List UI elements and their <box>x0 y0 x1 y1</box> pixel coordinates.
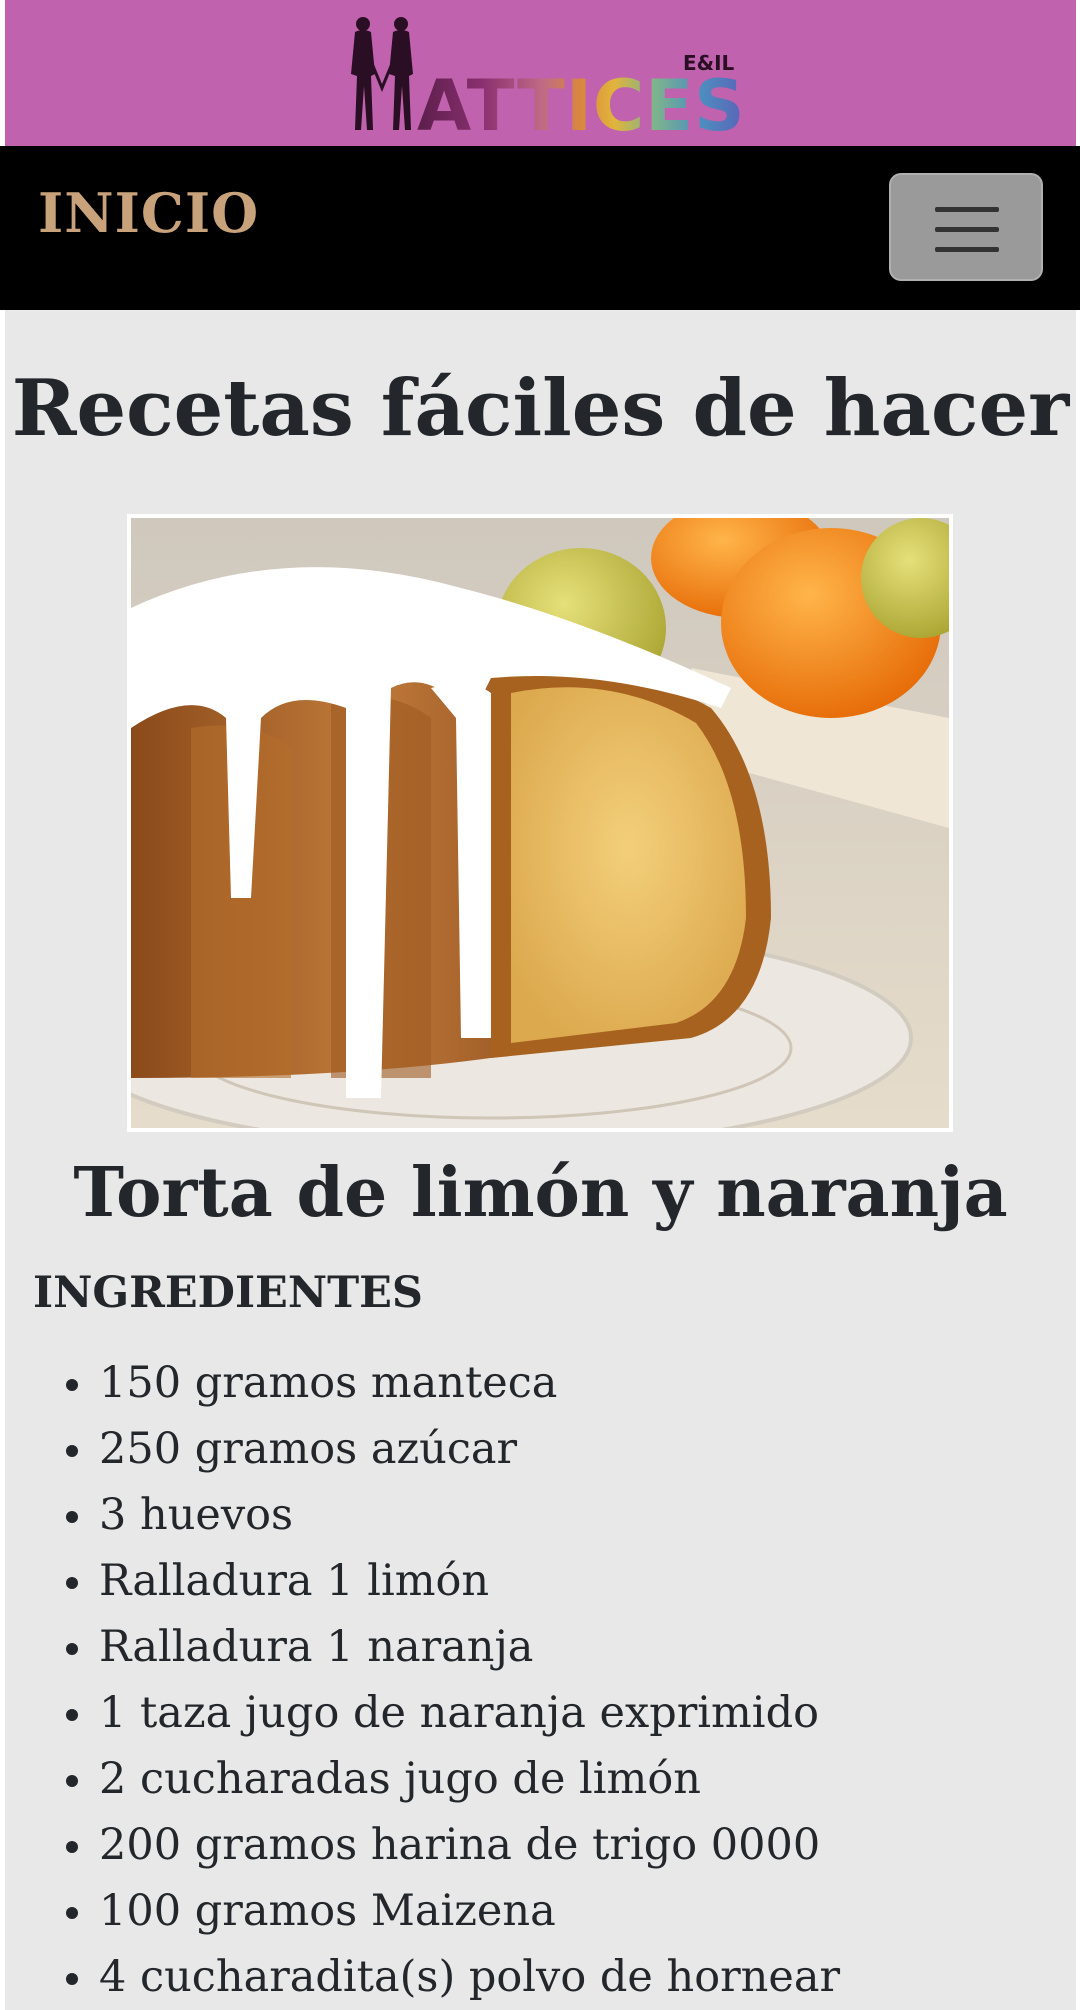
ingredient-item: 250 gramos azúcar <box>65 1416 840 1482</box>
page-title: Recetas fáciles de hacer <box>11 363 1070 454</box>
navbar-toggler-button[interactable] <box>889 173 1043 281</box>
silhouettes-icon <box>351 17 413 130</box>
ingredient-item: 4 cucharadita(s) polvo de hornear <box>65 1944 840 2010</box>
ingredient-item: 3 huevos <box>65 1482 840 1548</box>
ingredients-list: 150 gramos manteca 250 gramos azúcar 3 h… <box>33 1350 840 2010</box>
ingredients-heading: INGREDIENTES <box>33 1268 423 1318</box>
navbar: INICIO <box>0 146 1080 310</box>
site-header: ATTICES E&IL <box>5 0 1076 146</box>
ingredient-item: Ralladura 1 limón <box>65 1548 840 1614</box>
ingredient-item: 1 taza jugo de naranja exprimido <box>65 1680 840 1746</box>
main-content: Recetas fáciles de hacer Torta de limón … <box>5 310 1076 2010</box>
logo-sub: E&IL <box>683 51 735 75</box>
logo-text: ATTICES <box>417 65 745 136</box>
recipe-photo <box>127 514 953 1132</box>
ingredient-item: 150 gramos manteca <box>65 1350 840 1416</box>
ingredient-item: 100 gramos Maizena <box>65 1878 840 1944</box>
ingredient-item: 2 cucharadas jugo de limón <box>65 1746 840 1812</box>
site-logo[interactable]: ATTICES E&IL <box>345 14 745 136</box>
recipe-title: Torta de limón y naranja <box>73 1153 1008 1233</box>
nav-brand-inicio[interactable]: INICIO <box>38 186 259 240</box>
ingredient-item: Ralladura 1 naranja <box>65 1614 840 1680</box>
ingredient-item: 200 gramos harina de trigo 0000 <box>65 1812 840 1878</box>
